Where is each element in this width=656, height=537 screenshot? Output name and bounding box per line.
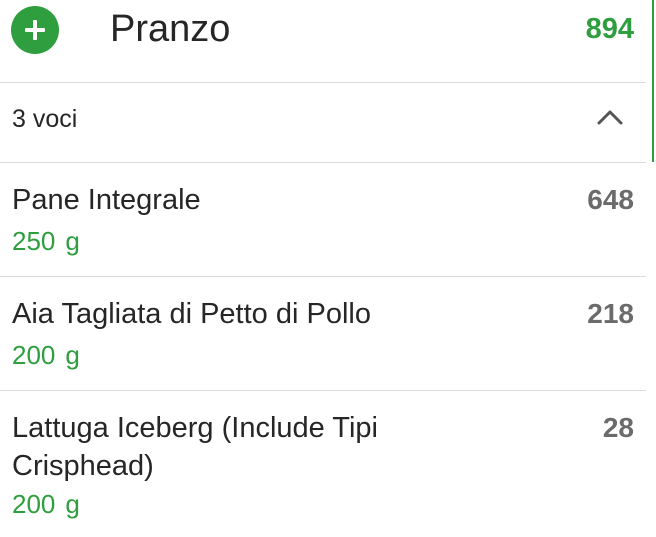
food-name: Pane Integrale — [12, 184, 201, 216]
items-count-label: 3 voci — [12, 105, 78, 133]
food-calories: 28 — [602, 412, 634, 443]
quantity-unit: g — [65, 226, 80, 256]
meal-title: Pranzo — [110, 8, 231, 50]
quantity-unit: g — [65, 489, 80, 519]
food-item[interactable]: Lattuga Iceberg (Include Tipi Crisphead)… — [0, 391, 646, 537]
quantity-value: 250 — [12, 226, 56, 256]
chevron-up-icon[interactable] — [596, 107, 624, 127]
food-name: Aia Tagliata di Petto di Pollo — [12, 298, 371, 330]
food-quantity: 250 g — [12, 225, 80, 257]
add-food-button[interactable] — [11, 6, 59, 54]
food-quantity: 200 g — [12, 339, 80, 371]
quantity-value: 200 — [12, 489, 56, 519]
food-item[interactable]: Pane Integrale 250 g 648 — [0, 163, 646, 277]
food-calories: 648 — [587, 184, 634, 215]
plus-icon — [25, 20, 45, 40]
items-summary-toggle[interactable]: 3 voci — [0, 83, 646, 163]
food-calories: 218 — [587, 298, 634, 329]
quantity-value: 200 — [12, 340, 56, 370]
meal-total-calories: 894 — [585, 13, 634, 45]
food-quantity: 200 g — [12, 488, 80, 520]
quantity-unit: g — [65, 340, 80, 370]
food-name: Lattuga Iceberg (Include Tipi Crisphead) — [12, 412, 378, 482]
meal-header: Pranzo 894 — [0, 0, 646, 83]
food-item[interactable]: Aia Tagliata di Petto di Pollo 200 g 218 — [0, 277, 646, 391]
scroll-edge-indicator — [652, 0, 654, 162]
